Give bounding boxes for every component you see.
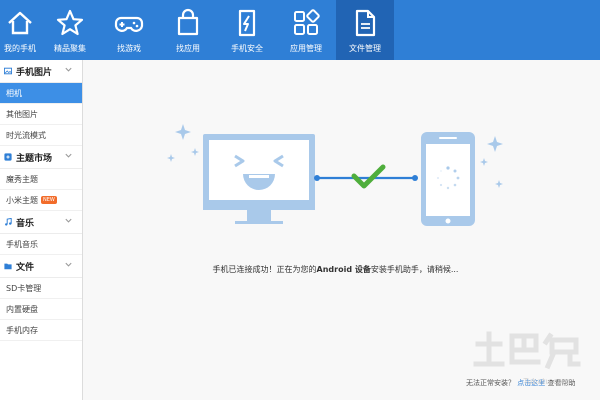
sidebar-item-label: 小米主题: [6, 195, 38, 205]
phone-icon: [421, 132, 475, 226]
chevron-down-icon[interactable]: [64, 216, 73, 225]
home-icon: [8, 11, 32, 35]
footer-question: 无法正常安装？: [466, 379, 515, 387]
image-icon: [4, 67, 12, 75]
theme-icon: [4, 153, 12, 161]
nav-file-manager[interactable]: 文件管理: [336, 0, 394, 60]
sidebar-item-internal-disk[interactable]: 内置硬盘: [0, 299, 82, 320]
nav-featured[interactable]: 精品聚集: [41, 0, 99, 60]
nav-label: 应用管理: [290, 44, 322, 53]
sidebar-item-phone-memory[interactable]: 手机内存: [0, 320, 82, 341]
main-content: 手机已连接成功！正在为您的Android 设备安装手机助手，请稍候... 无法正…: [83, 60, 600, 400]
chevron-down-icon[interactable]: [64, 151, 73, 160]
nav-label: 精品聚集: [54, 44, 86, 53]
sidebar: 手机图片 相机 其他图片 时光流模式 主题市场 魔秀主题 小米主题 NEW 音乐…: [0, 60, 83, 400]
sidebar-item-moxiu-theme[interactable]: 魔秀主题: [0, 169, 82, 190]
nav-label: 找应用: [176, 44, 200, 53]
sidebar-section-theme-market[interactable]: 主题市场: [0, 146, 82, 169]
nav-app-manager[interactable]: 应用管理: [277, 0, 335, 60]
sparkle-icon: [175, 124, 191, 140]
sidebar-section-title: 文件: [16, 262, 35, 273]
sidebar-section-title: 主题市场: [16, 153, 53, 164]
watermark-url: Tubatu.com: [523, 377, 570, 386]
sparkle-icon: [480, 158, 488, 166]
chevron-down-icon[interactable]: [64, 260, 73, 269]
sparkle-icon: [167, 154, 175, 162]
sidebar-item-phone-music[interactable]: 手机音乐: [0, 234, 82, 255]
sparkle-icon: [495, 180, 503, 188]
monitor-icon: [203, 134, 315, 224]
new-badge: NEW: [41, 196, 57, 204]
sidebar-item-camera[interactable]: 相机: [0, 83, 82, 104]
nav-find-games[interactable]: 找游戏: [100, 0, 158, 60]
nav-find-apps[interactable]: 找应用: [159, 0, 217, 60]
sidebar-item-other-images[interactable]: 其他图片: [0, 104, 82, 125]
sidebar-section-files[interactable]: 文件: [0, 255, 82, 278]
watermark-logo: [473, 331, 581, 370]
nav-label: 文件管理: [349, 44, 381, 53]
nav-my-phone[interactable]: 我的手机: [0, 0, 40, 60]
bag-icon: [177, 8, 199, 36]
chevron-down-icon[interactable]: [64, 65, 73, 74]
status-device: Android 设备: [316, 265, 371, 274]
music-icon: [5, 218, 12, 226]
nav-label: 我的手机: [4, 44, 36, 53]
install-status-message: 手机已连接成功！正在为您的Android 设备安装手机助手，请稍候...: [83, 264, 588, 275]
nav-label: 手机安全: [231, 44, 263, 53]
nav-phone-security[interactable]: 手机安全: [218, 0, 276, 60]
file-icon: [355, 9, 376, 37]
star-icon: [56, 9, 84, 36]
sidebar-item-sd-card[interactable]: SD卡管理: [0, 278, 82, 299]
sidebar-section-title: 手机图片: [16, 67, 53, 78]
gamepad-icon: [114, 16, 144, 32]
apps-grid-icon: [294, 9, 320, 35]
shield-bolt-icon: [238, 9, 256, 37]
status-suffix: 安装手机助手，请稍候...: [370, 265, 459, 274]
sidebar-item-timeline-mode[interactable]: 时光流模式: [0, 125, 82, 146]
sparkle-icon: [487, 136, 503, 152]
sidebar-section-title: 音乐: [16, 218, 35, 229]
top-nav-bar: 我的手机 精品聚集 找游戏 找应用 手机安全 应用管理 文件管理: [0, 0, 600, 60]
sidebar-section-music[interactable]: 音乐: [0, 211, 82, 234]
nav-label: 找游戏: [117, 44, 141, 53]
sparkle-icon: [191, 148, 199, 156]
folder-icon: [4, 263, 12, 270]
sidebar-item-mi-theme[interactable]: 小米主题 NEW: [0, 190, 82, 211]
sidebar-section-phone-images[interactable]: 手机图片: [0, 60, 82, 83]
check-icon: [351, 164, 386, 189]
status-prefix: 手机已连接成功！正在为您的: [212, 265, 317, 274]
